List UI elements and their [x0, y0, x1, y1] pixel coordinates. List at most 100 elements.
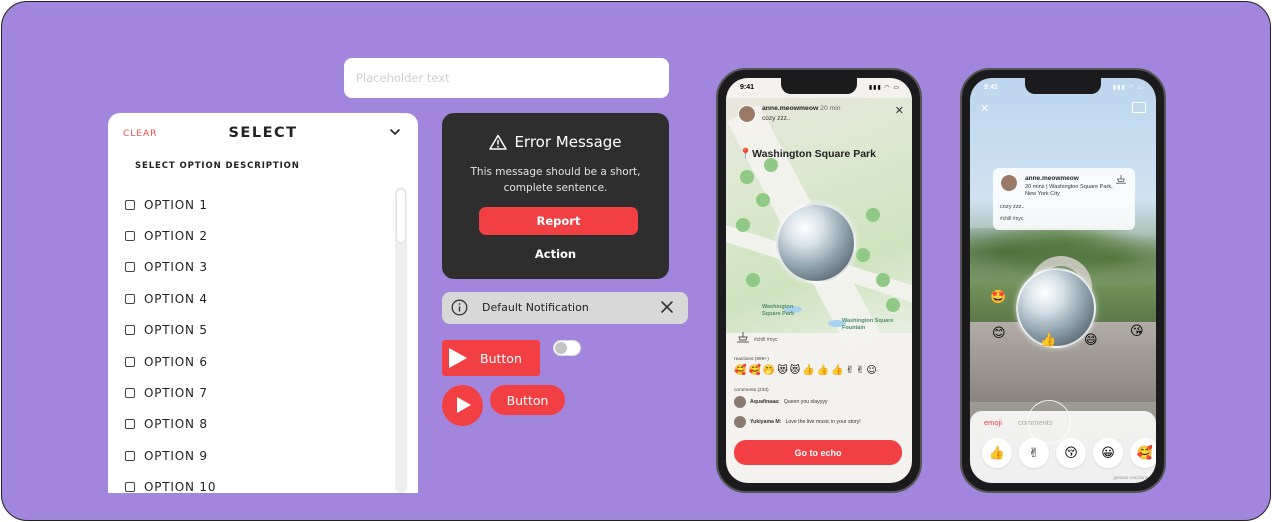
- option-label: OPTION 3: [144, 260, 208, 275]
- map-label: Washington Square Fountain: [842, 318, 894, 331]
- reaction-emoji[interactable]: 👍: [817, 365, 829, 376]
- option-list: OPTION 1 OPTION 2 OPTION 3 OPTION 4 OPTI…: [125, 189, 216, 493]
- warning-icon: [489, 134, 508, 150]
- scrollbar-thumb[interactable]: [396, 189, 406, 243]
- close-icon[interactable]: ✕: [895, 104, 904, 117]
- emoji-button[interactable]: 👍: [982, 438, 1012, 468]
- avatar: [734, 416, 746, 428]
- notch: [781, 78, 857, 94]
- map-label: Washington Square Park: [762, 304, 795, 317]
- checkbox[interactable]: [125, 199, 135, 210]
- design-canvas: CLEAR SELECT SELECT OPTION DESCRIPTION O…: [1, 1, 1271, 521]
- option-row[interactable]: OPTION 10: [125, 472, 216, 493]
- error-dialog: Error Message This message should be a s…: [442, 113, 669, 279]
- go-to-echo-button[interactable]: Go to echo: [734, 440, 902, 465]
- reaction-emoji[interactable]: ✌: [856, 365, 864, 376]
- reaction-emoji[interactable]: 😻: [777, 365, 787, 376]
- chevron-down-icon[interactable]: [388, 125, 402, 139]
- username[interactable]: anne.meowmeow: [762, 105, 818, 112]
- option-row[interactable]: OPTION 5: [125, 315, 216, 346]
- reaction-emoji[interactable]: 👍: [831, 365, 843, 376]
- capture-ring[interactable]: [1027, 400, 1071, 444]
- option-row[interactable]: OPTION 1: [125, 189, 216, 220]
- emoji-button[interactable]: 😚: [1056, 438, 1086, 468]
- camera-icon[interactable]: [1132, 102, 1146, 113]
- gesture-footer: gesture reactions: [1113, 475, 1148, 480]
- reaction-emoji[interactable]: 🥰: [748, 365, 760, 376]
- option-row[interactable]: OPTION 8: [125, 409, 216, 440]
- map-pin-icon: 📍: [739, 148, 753, 160]
- comment-row[interactable]: Aquafinaaa: Queen you slayyyy: [734, 396, 828, 408]
- phone-ar-view: 9:41 ▮▮▮ ◠ ▭ ✕ anne.meowmeow 20 mins | W…: [960, 68, 1166, 493]
- pill-button[interactable]: Button: [490, 385, 565, 415]
- checkbox[interactable]: [125, 419, 135, 430]
- play-icon: [457, 397, 471, 413]
- reaction-emoji[interactable]: 😻: [790, 365, 800, 376]
- status-time: 9:41: [740, 84, 755, 91]
- toggle-switch[interactable]: [553, 340, 581, 356]
- option-label: OPTION 7: [144, 386, 208, 401]
- comment-author: Aquafinaaa:: [750, 399, 780, 405]
- error-header: Error Message: [442, 133, 669, 151]
- reaction-row: 🥰 🥰 🤭 😻 😻 👍 👍 👍 ✌ ✌ ☺: [734, 365, 877, 376]
- error-body: This message should be a short, complete…: [470, 166, 641, 194]
- phone-map-view: 9:41 ▮▮▮ ◠ ▭ anne.meowmeow 20 min cozy z…: [716, 68, 922, 493]
- avatar: [734, 396, 746, 408]
- avatar[interactable]: [738, 105, 756, 123]
- button-label: Button: [480, 350, 522, 366]
- checkbox[interactable]: [125, 356, 135, 367]
- checkbox[interactable]: [125, 293, 135, 304]
- placeholder-input[interactable]: [344, 58, 669, 98]
- checkbox[interactable]: [125, 325, 135, 336]
- close-icon[interactable]: ✕: [980, 102, 989, 115]
- emoji-button-row: 👍 ✌ 😚 😀 🥰: [982, 438, 1156, 468]
- option-label: OPTION 6: [144, 354, 208, 369]
- floating-emoji: 😊: [992, 326, 1006, 341]
- option-label: OPTION 4: [144, 291, 208, 306]
- comment-row[interactable]: Yukiyama M: Love the live music in your …: [734, 416, 861, 428]
- reaction-emoji[interactable]: ✌: [846, 365, 854, 376]
- status-icons: ▮▮▮ ◠ ▭: [868, 85, 900, 91]
- reaction-emoji[interactable]: 🥰: [734, 365, 746, 376]
- echo-bubble[interactable]: [776, 203, 856, 283]
- status-time: 9:41: [984, 84, 999, 91]
- emoji-button[interactable]: 🥰: [1130, 438, 1156, 468]
- reaction-emoji[interactable]: 🤭: [763, 365, 775, 376]
- option-row[interactable]: OPTION 2: [125, 220, 216, 251]
- reaction-emoji[interactable]: 👍: [802, 365, 814, 376]
- checkbox[interactable]: [125, 262, 135, 273]
- scrollbar[interactable]: [395, 187, 407, 493]
- option-row[interactable]: OPTION 9: [125, 440, 216, 471]
- checkbox[interactable]: [125, 450, 135, 461]
- error-title: Error Message: [514, 133, 622, 151]
- tab-emoji[interactable]: emoji: [984, 418, 1002, 427]
- reaction-emoji[interactable]: ☺: [866, 365, 876, 376]
- comments-label: comments (233): [734, 388, 769, 393]
- info-icon: [451, 299, 468, 316]
- reactions-label: reactions (999+): [734, 357, 769, 362]
- post-meta: 20 mins | Washington Square Park, New Yo…: [1025, 184, 1113, 197]
- play-button-rect[interactable]: Button: [442, 340, 540, 376]
- checkbox[interactable]: [125, 388, 135, 399]
- option-row[interactable]: OPTION 4: [125, 283, 216, 314]
- notch: [1025, 78, 1101, 94]
- select-title: SELECT: [228, 125, 298, 141]
- post-tags: #chill #nyc: [1000, 216, 1024, 222]
- checkbox[interactable]: [125, 482, 135, 493]
- close-icon[interactable]: [660, 300, 674, 314]
- option-row[interactable]: OPTION 6: [125, 346, 216, 377]
- checkbox[interactable]: [125, 231, 135, 242]
- report-button[interactable]: Report: [479, 207, 638, 235]
- username[interactable]: anne.meowmeow: [1025, 175, 1079, 182]
- option-label: OPTION 2: [144, 229, 208, 244]
- emoji-button[interactable]: 😀: [1093, 438, 1123, 468]
- post-card[interactable]: anne.meowmeow 20 mins | Washington Squar…: [993, 168, 1135, 230]
- action-button[interactable]: Action: [442, 247, 669, 261]
- comment-text: Love the live music in your story!: [785, 419, 861, 425]
- option-label: OPTION 8: [144, 417, 208, 432]
- option-row[interactable]: OPTION 7: [125, 377, 216, 408]
- post-caption: cozy zzz..: [762, 115, 791, 122]
- option-row[interactable]: OPTION 3: [125, 252, 216, 283]
- play-button-circle[interactable]: [442, 385, 483, 426]
- avatar[interactable]: [1000, 174, 1018, 192]
